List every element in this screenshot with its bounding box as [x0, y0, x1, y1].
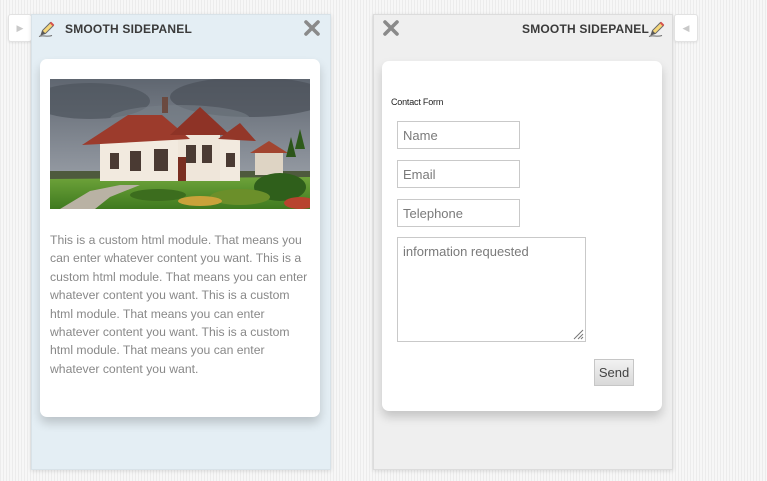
close-icon[interactable]	[303, 19, 321, 37]
panel-title: SMOOTH SIDEPANEL	[522, 22, 649, 36]
panel-title: SMOOTH SIDEPANEL	[65, 22, 192, 36]
content-card: This is a custom html module. That means…	[40, 59, 320, 417]
sidepanel-right: SMOOTH SIDEPANEL Contact Form Send	[373, 14, 673, 470]
email-field[interactable]	[397, 160, 520, 188]
house-photo	[50, 79, 310, 209]
message-textarea[interactable]	[397, 237, 586, 342]
triangle-right-icon: ▶	[16, 22, 24, 33]
send-button[interactable]: Send	[594, 359, 634, 386]
contact-form-card: Contact Form Send	[382, 61, 662, 411]
contact-form-title: Contact Form	[391, 97, 444, 107]
telephone-field[interactable]	[397, 199, 520, 227]
close-icon[interactable]	[382, 19, 400, 37]
sidepanel-tab-left[interactable]: ▶	[8, 14, 32, 42]
pencil-icon	[38, 21, 55, 37]
sidepanel-left: SMOOTH SIDEPANEL This is a custom html m…	[31, 14, 331, 470]
triangle-left-icon: ◀	[682, 22, 690, 33]
sidepanel-tab-right[interactable]: ◀	[674, 14, 698, 42]
resize-grip-icon[interactable]	[570, 326, 584, 340]
name-field[interactable]	[397, 121, 520, 149]
custom-html-text: This is a custom html module. That means…	[50, 233, 308, 376]
pencil-icon	[648, 21, 665, 37]
